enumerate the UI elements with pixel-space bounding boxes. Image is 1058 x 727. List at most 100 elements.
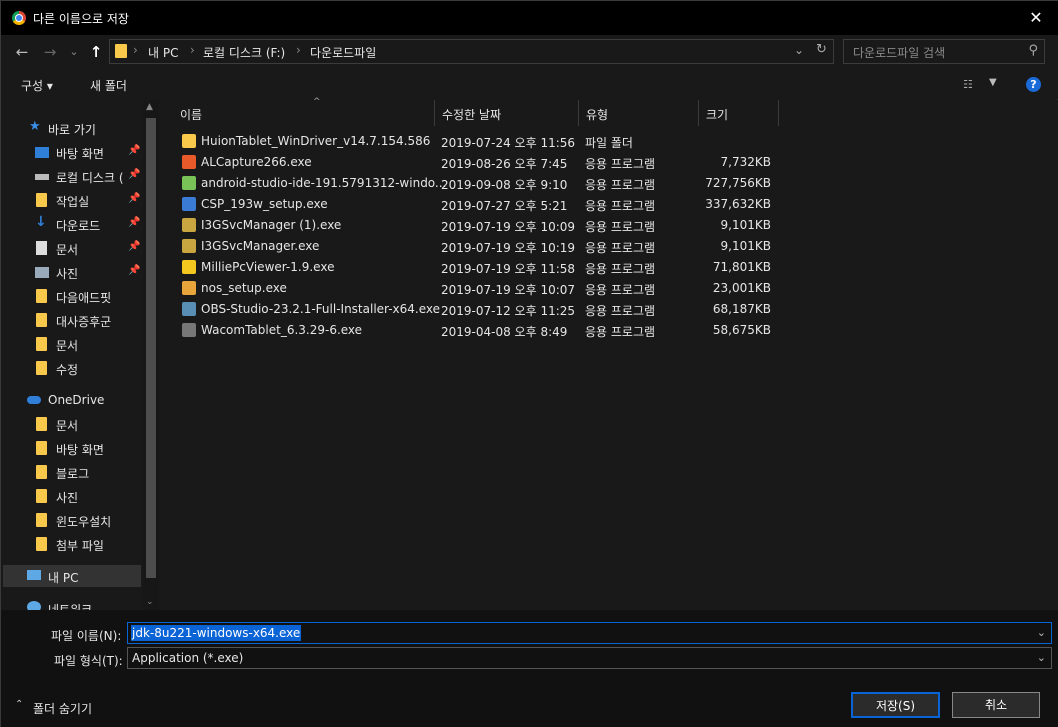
pin-icon: 📌 — [128, 145, 141, 156]
column-header-type[interactable]: 유형 — [579, 100, 699, 126]
file-row[interactable]: I3GSvcManager.exe 2019-07-19 오후 10:19 응용 프… — [161, 236, 781, 257]
column-header-name[interactable]: 이름 ^ — [173, 97, 435, 126]
search-input[interactable]: 다운로드파일 검색 — [853, 44, 945, 61]
help-icon[interactable]: ? — [1026, 77, 1041, 92]
chevron-down-icon[interactable]: ⌄ — [1037, 626, 1046, 639]
pin-icon: 📌 — [128, 217, 141, 228]
nos-icon — [182, 281, 196, 295]
sidebar-item-downloads[interactable]: ↓ 다운로드 📌 — [1, 213, 143, 235]
forward-button[interactable]: → — [40, 43, 60, 61]
scrollbar-thumb[interactable] — [146, 118, 156, 578]
file-name: OBS-Studio-23.2.1-Full-Installer-x64.exe — [201, 302, 441, 316]
file-name: ALCapture266.exe — [201, 155, 312, 169]
sidebar-item-this-pc[interactable]: 내 PC — [3, 565, 141, 587]
breadcrumb-drive[interactable]: 로컬 디스크 (F:) — [203, 44, 285, 61]
chevron-down-icon[interactable]: ⌄ — [1037, 651, 1046, 664]
hide-folders-button[interactable]: 폴더 숨기기 — [33, 700, 92, 717]
file-name: MilliePcViewer-1.9.exe — [201, 260, 335, 274]
file-type: 응용 프로그램 — [585, 262, 656, 276]
file-date: 2019-08-26 오후 7:45 — [441, 157, 568, 171]
alcapture-icon — [182, 155, 196, 169]
column-header-size[interactable]: 크기 — [699, 100, 779, 126]
search-icon[interactable]: ⚲ — [1028, 43, 1038, 58]
sidebar-item-local-disk[interactable]: 로컬 디스크 ( 📌 — [1, 165, 143, 187]
folder-icon — [36, 417, 47, 431]
file-row[interactable]: OBS-Studio-23.2.1-Full-Installer-x64.exe… — [161, 299, 781, 320]
organize-menu[interactable]: 구성 ▾ — [21, 77, 53, 94]
sidebar-item-docs-folder[interactable]: 문서 — [1, 333, 143, 355]
save-button[interactable]: 저장(S) — [851, 692, 940, 718]
file-date: 2019-04-08 오후 8:49 — [441, 325, 568, 339]
sidebar-item-windows-install[interactable]: 윈도우설치 — [1, 509, 143, 531]
sidebar-item-label: 네트워크 — [48, 603, 93, 610]
chevron-right-icon[interactable]: › — [133, 43, 138, 57]
chevron-down-icon[interactable]: ⌄ — [794, 43, 804, 57]
pin-icon: 📌 — [128, 169, 141, 180]
breadcrumb-current-folder[interactable]: 다운로드파일 — [310, 44, 376, 61]
sort-caret-icon: ^ — [313, 97, 321, 107]
file-row[interactable]: android-studio-ide-191.5791312-windo... 2… — [161, 173, 781, 194]
new-folder-button[interactable]: 새 폴더 — [90, 77, 127, 94]
sidebar-item-onedrive-docs[interactable]: 문서 — [1, 413, 143, 435]
file-row[interactable]: HuionTablet_WinDriver_v14.7.154.586 2019-… — [161, 131, 781, 152]
filetype-value: Application (*.exe) — [132, 651, 244, 665]
filename-input[interactable]: jdk-8u221-windows-x64.exe — [131, 625, 302, 641]
sidebar-item-label: 사진 — [56, 267, 79, 281]
sidebar-item-desktop[interactable]: 바탕 화면 📌 — [1, 141, 143, 163]
column-header-date[interactable]: 수정한 날짜 — [435, 100, 579, 126]
file-row[interactable]: nos_setup.exe 2019-07-19 오후 10:07 응용 프로그램 2… — [161, 278, 781, 299]
file-name: android-studio-ide-191.5791312-windo... — [201, 176, 447, 190]
sidebar-item-label: 문서 — [56, 419, 79, 433]
refresh-icon[interactable]: ↻ — [816, 42, 827, 57]
computer-icon — [27, 570, 41, 580]
address-bar[interactable]: › 내 PC › 로컬 디스크 (F:) › 다운로드파일 ⌄ ↻ — [109, 39, 834, 64]
chevron-right-icon[interactable]: › — [190, 43, 195, 57]
file-date: 2019-07-27 오후 5:21 — [441, 199, 568, 213]
sidebar-item-edit[interactable]: 수정 — [1, 357, 143, 379]
sidebar-item-network[interactable]: 네트워크 — [1, 597, 143, 610]
filename-field[interactable]: jdk-8u221-windows-x64.exe ⌄ — [127, 622, 1052, 644]
folder-icon — [36, 513, 47, 527]
sidebar-item-workroom[interactable]: 작업실 📌 — [1, 189, 143, 211]
file-row[interactable]: I3GSvcManager (1).exe 2019-07-19 오후 10:09… — [161, 215, 781, 236]
close-button[interactable]: ✕ — [1013, 1, 1058, 35]
file-row[interactable]: CSP_193w_setup.exe 2019-07-27 오후 5:21 응용 프… — [161, 194, 781, 215]
sidebar-item-pictures[interactable]: 사진 📌 — [1, 261, 143, 283]
scroll-up-icon[interactable]: ▲ — [146, 102, 153, 112]
file-size: 71,801KB — [712, 260, 771, 274]
sidebar-item-blog[interactable]: 블로그 — [1, 461, 143, 483]
chevron-up-icon[interactable]: ⌃ — [15, 699, 23, 710]
folder-icon — [36, 361, 47, 375]
column-label: 크기 — [706, 108, 729, 122]
sidebar-item-quick-access[interactable]: ★ 바로 가기 — [1, 117, 143, 139]
file-row[interactable]: WacomTablet_6.3.29-6.exe 2019-04-08 오후 8:… — [161, 320, 781, 341]
sidebar-item-onedrive[interactable]: OneDrive — [1, 389, 143, 411]
sidebar-item-onedrive-desktop[interactable]: 바탕 화면 — [1, 437, 143, 459]
recent-locations-button[interactable]: ⌄ — [64, 43, 84, 61]
file-name: HuionTablet_WinDriver_v14.7.154.586 — [201, 134, 431, 148]
chevron-down-icon[interactable]: ▼ — [989, 77, 997, 88]
view-options-icon[interactable]: ☷ — [963, 78, 973, 91]
folder-icon — [36, 537, 47, 551]
sidebar-item-daum-adfit[interactable]: 다음애드핏 — [1, 285, 143, 307]
title-bar: 다른 이름으로 저장 ✕ — [1, 1, 1058, 35]
sidebar-item-onedrive-pictures[interactable]: 사진 — [1, 485, 143, 507]
chevron-right-icon[interactable]: › — [296, 43, 301, 57]
setup-icon — [182, 239, 196, 253]
search-box[interactable]: 다운로드파일 검색 ⚲ — [843, 39, 1045, 64]
cloud-icon — [27, 396, 41, 404]
cancel-button[interactable]: 취소 — [952, 692, 1040, 718]
up-button[interactable]: ↑ — [86, 43, 106, 61]
breadcrumb-this-pc[interactable]: 내 PC — [148, 44, 178, 61]
back-button[interactable]: ← — [12, 43, 32, 61]
sidebar-item-label: 대사증후군 — [56, 315, 112, 329]
file-date: 2019-09-08 오후 9:10 — [441, 178, 568, 192]
file-row[interactable]: MilliePcViewer-1.9.exe 2019-07-19 오후 11:5… — [161, 257, 781, 278]
filetype-select[interactable]: Application (*.exe) ⌄ — [127, 647, 1052, 669]
sidebar-item-documents[interactable]: 문서 📌 — [1, 237, 143, 259]
sidebar-item-attachments[interactable]: 첨부 파일 — [1, 533, 143, 555]
sidebar-item-metabolic[interactable]: 대사증후군 — [1, 309, 143, 331]
scroll-down-icon[interactable]: ⌄ — [146, 597, 154, 607]
file-row[interactable]: ALCapture266.exe 2019-08-26 오후 7:45 응용 프로그… — [161, 152, 781, 173]
document-icon — [36, 241, 47, 255]
